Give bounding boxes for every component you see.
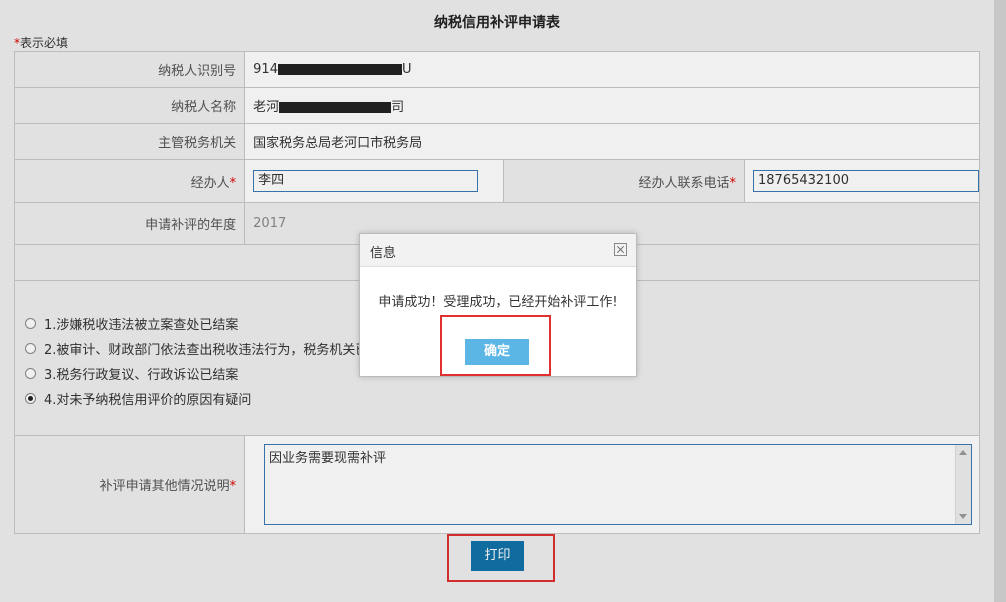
dialog-header: 信息 <box>360 234 636 267</box>
dialog-message: 申请成功！受理成功，已经开始补评工作! <box>378 295 618 310</box>
dialog-title: 信息 <box>370 246 397 261</box>
confirm-button-highlight <box>440 315 551 376</box>
close-icon[interactable] <box>614 243 627 256</box>
